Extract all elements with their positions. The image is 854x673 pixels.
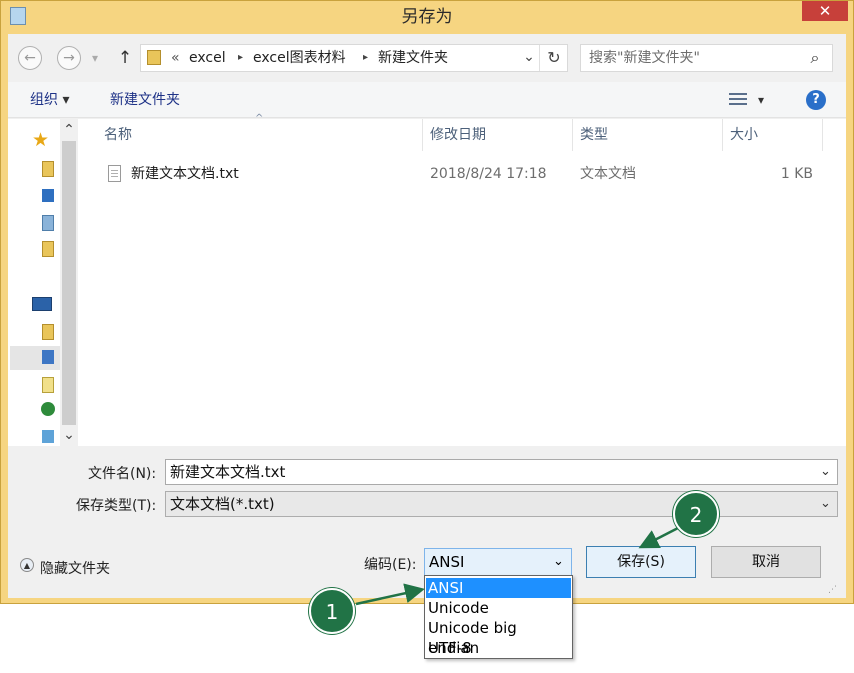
annotation-arrows (355, 525, 681, 606)
annotation-arrow-2 (638, 525, 681, 549)
step-badge-1: 1 (309, 588, 355, 634)
step-badge-2: 2 (673, 491, 719, 537)
annotation-arrow-1 (355, 583, 425, 606)
